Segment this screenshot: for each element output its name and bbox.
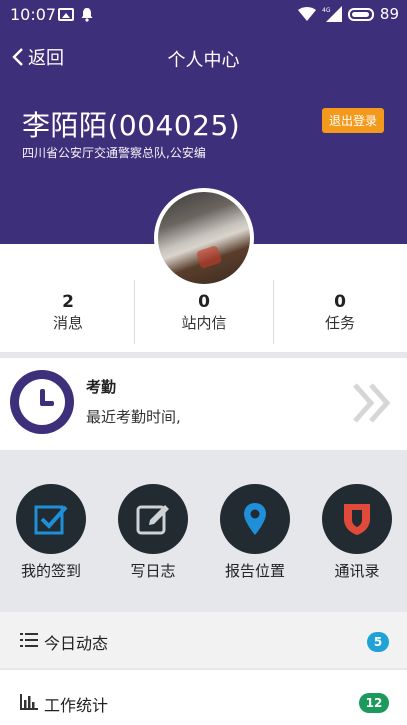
list-item-label: 工作统计 (44, 696, 109, 715)
stat-label: 消息 (52, 314, 83, 332)
action-label: 写日志 (130, 562, 176, 580)
notification-bell-icon (81, 8, 93, 22)
quick-actions: 我的签到 写日志 报告位置 通讯录 (0, 450, 407, 610)
edit-log-icon (136, 505, 169, 535)
list-item-today-activity[interactable]: 今日动态 5 (0, 612, 407, 668)
double-chevron-right-icon (353, 383, 391, 423)
action-label: 报告位置 (224, 562, 285, 580)
page-title: 个人中心 (167, 50, 240, 71)
checkin-button[interactable]: 我的签到 (0, 484, 102, 594)
status-time: 10:07 (10, 5, 57, 24)
stat-label: 站内信 (181, 314, 227, 332)
wifi-icon (297, 7, 316, 21)
user-unit: 四川省公安厅交通警察总队,公安编 (22, 146, 206, 160)
write-log-button[interactable]: 写日志 (102, 484, 204, 594)
stat-messages[interactable]: 2 消息 (0, 244, 136, 352)
attendance-subtitle: 最近考勤时间, (86, 408, 181, 426)
list-item-work-stats[interactable]: 工作统计 12 (0, 670, 407, 725)
stat-count: 0 (198, 292, 210, 312)
divider (134, 280, 135, 344)
attendance-card[interactable]: 考勤 最近考勤时间, (0, 358, 407, 450)
stat-count: 2 (62, 292, 74, 312)
count-badge: 12 (359, 693, 389, 713)
status-bar: 10:07 4G 89 (0, 0, 407, 30)
count-badge: 5 (367, 632, 389, 652)
location-pin-icon (244, 503, 266, 535)
list-item-label: 今日动态 (44, 634, 109, 653)
contacts-shield-icon (344, 504, 370, 535)
user-name: 李陌陌(004025) (22, 109, 241, 142)
avatar[interactable] (154, 188, 254, 288)
image-icon (58, 8, 74, 21)
svg-text:4G: 4G (322, 7, 331, 14)
status-right: 4G 89 (297, 5, 399, 23)
clock-icon (10, 370, 74, 434)
checkin-icon (34, 505, 68, 535)
bar-chart-icon (20, 694, 38, 710)
battery-icon (347, 7, 374, 21)
logout-button[interactable]: 退出登录 (322, 108, 385, 133)
stat-tasks[interactable]: 0 任务 (272, 244, 407, 352)
battery-level: 89 (379, 5, 399, 23)
action-label: 通讯录 (334, 562, 380, 580)
stat-count: 0 (334, 292, 346, 312)
report-location-button[interactable]: 报告位置 (204, 484, 306, 594)
stat-label: 任务 (324, 314, 355, 332)
action-label: 我的签到 (20, 562, 81, 580)
attendance-title: 考勤 (86, 378, 117, 396)
signal-icon: 4G (322, 6, 342, 22)
contacts-button[interactable]: 通讯录 (306, 484, 407, 594)
list-icon (20, 633, 38, 647)
